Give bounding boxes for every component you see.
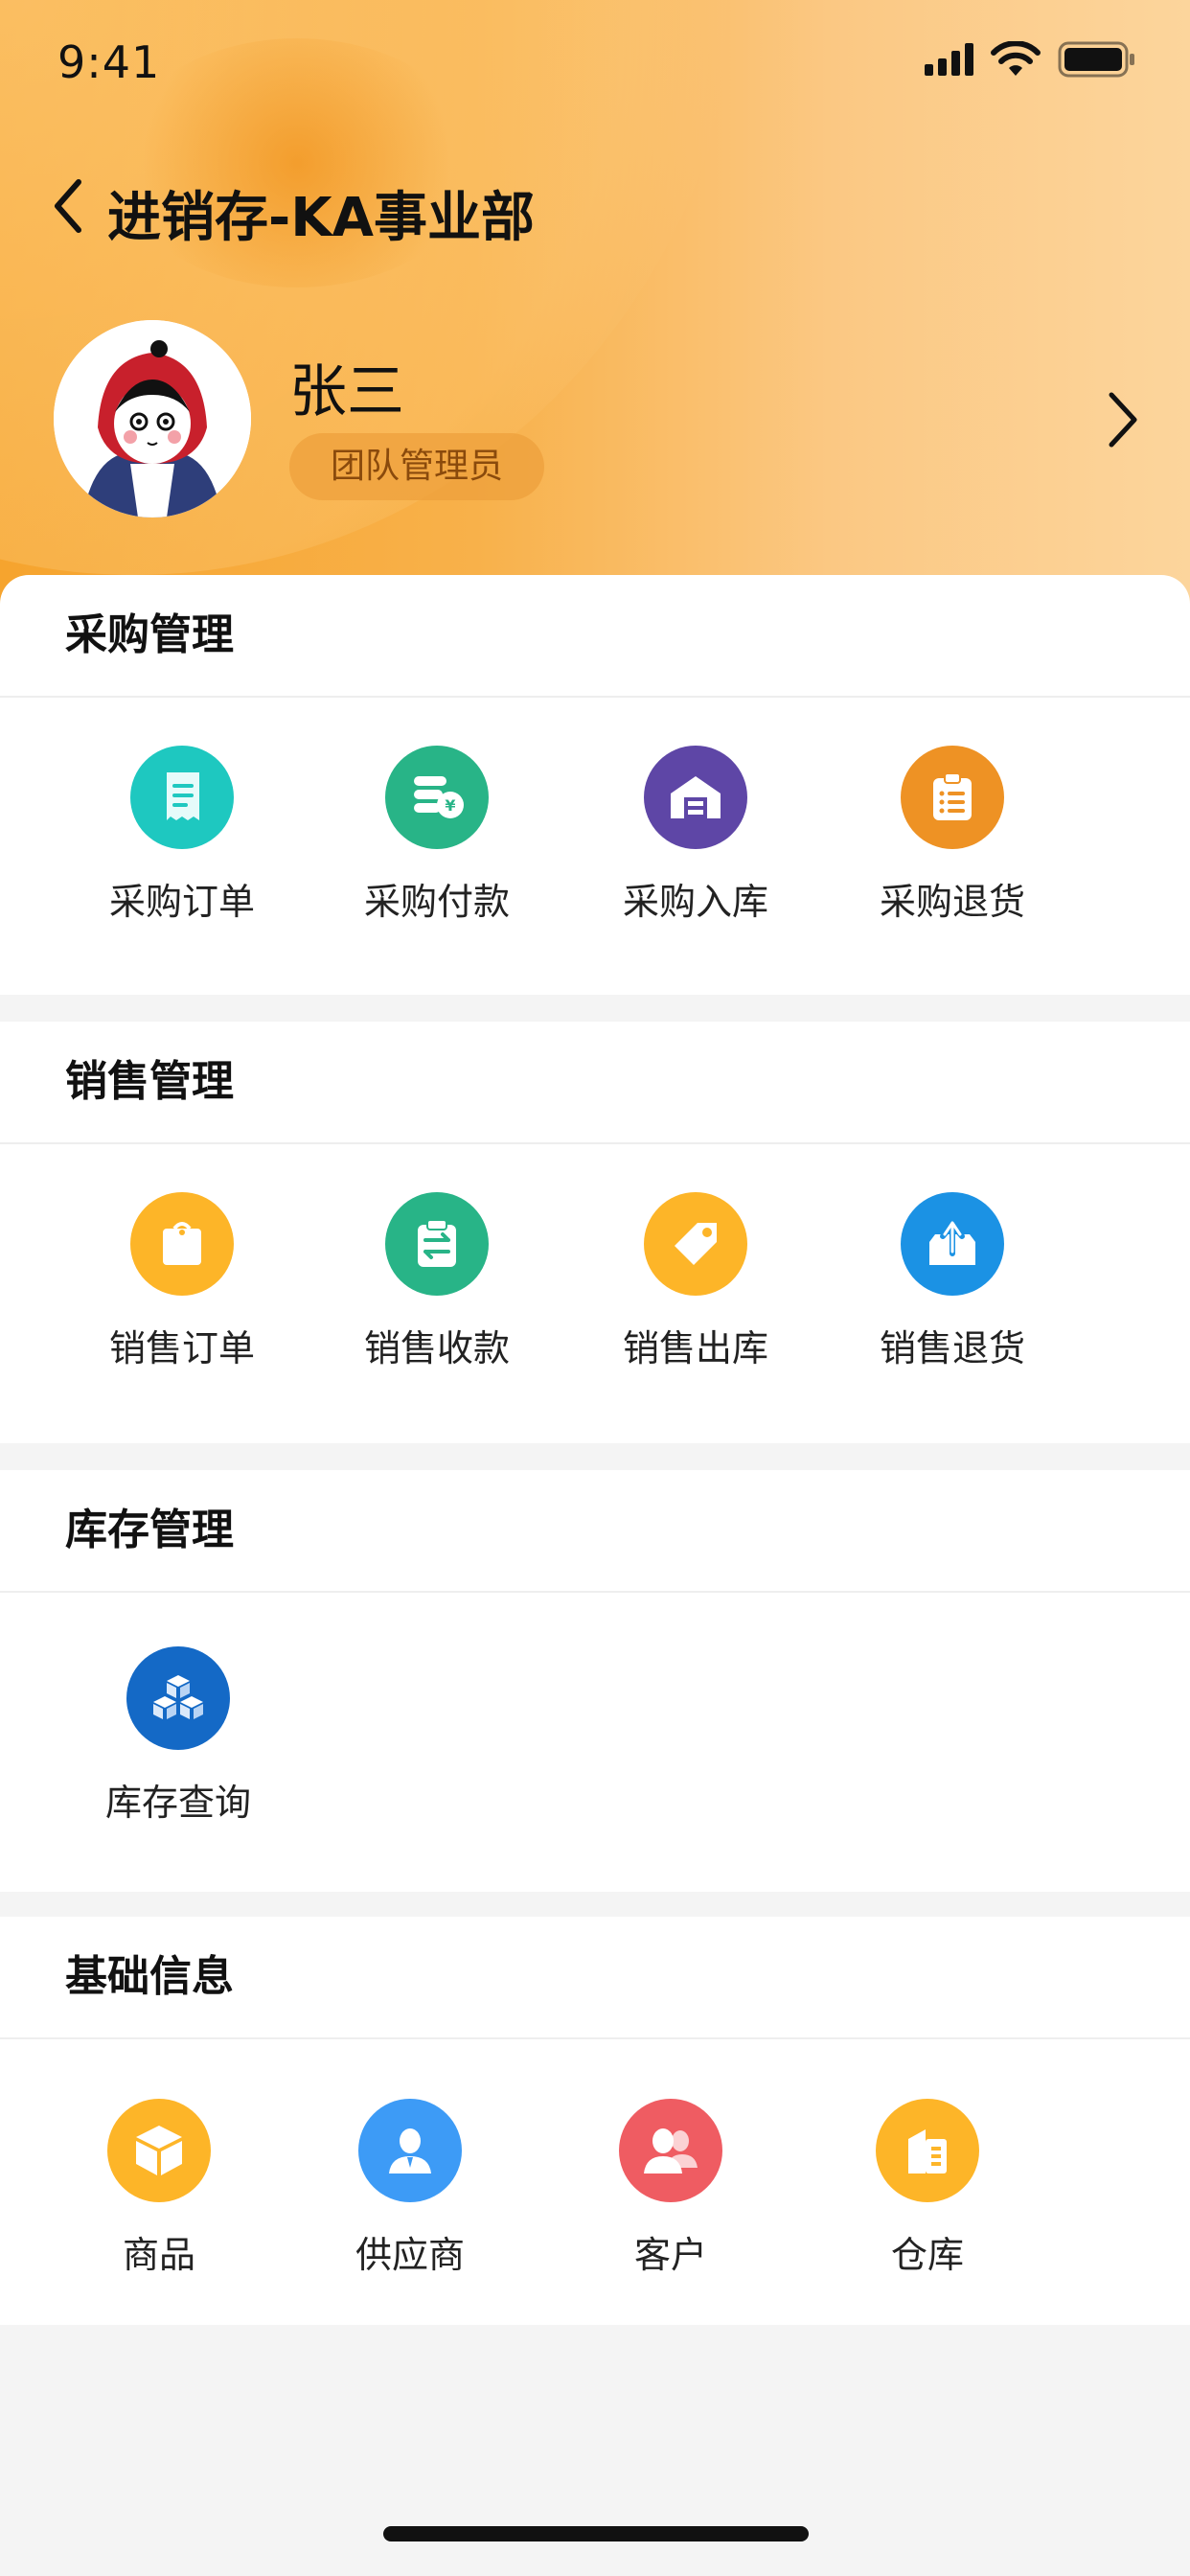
transfer-icon: [385, 1192, 489, 1296]
menu-item-label: 仓库: [890, 2234, 964, 2276]
menu-item-sales-collection[interactable]: 销售收款: [341, 1192, 533, 1371]
menu-item-label: 销售退货: [879, 1327, 1025, 1369]
package-icon: [107, 2099, 211, 2202]
menu-item-label: 供应商: [355, 2234, 465, 2276]
role-badge: 团队管理员: [289, 433, 544, 500]
menu-item-sales-order[interactable]: 销售订单: [86, 1192, 278, 1371]
menu-item-customer[interactable]: 客户: [575, 2099, 767, 2278]
menu-item-purchase-inbound[interactable]: 采购入库: [600, 746, 791, 925]
section-inventory: 库存管理 库存查询: [0, 1470, 1190, 1892]
menu-item-label: 客户: [633, 2234, 707, 2276]
menu-item-sales-outbound[interactable]: 销售出库: [600, 1192, 791, 1371]
box-upload-icon: [901, 1192, 1004, 1296]
battery-icon: [1058, 41, 1134, 78]
section-title: 销售管理: [0, 1022, 1190, 1144]
status-time: 9:41: [57, 36, 161, 88]
cubes-icon: [126, 1646, 230, 1750]
tag-icon: [644, 1192, 747, 1296]
clipboard-list-icon: [901, 746, 1004, 849]
menu-item-label: 销售出库: [622, 1327, 768, 1369]
chevron-right-icon[interactable]: [1104, 389, 1142, 450]
menu-item-label: 采购订单: [108, 881, 255, 923]
avatar[interactable]: [54, 320, 251, 518]
back-arrow-icon[interactable]: [46, 172, 88, 240]
section-title: 采购管理: [0, 575, 1190, 698]
coins-yen-icon: ¥: [385, 746, 489, 849]
profile-header: [0, 0, 1190, 613]
home-indicator[interactable]: [383, 2526, 809, 2542]
menu-item-label: 销售收款: [363, 1327, 510, 1369]
warehouse-icon: [644, 746, 747, 849]
page-title: 进销存-KA事业部: [107, 187, 535, 249]
section-title: 库存管理: [0, 1470, 1190, 1593]
menu-item-label: 采购付款: [363, 881, 510, 923]
bag-icon: [130, 1192, 234, 1296]
menu-item-warehouse[interactable]: 仓库: [832, 2099, 1023, 2278]
menu-item-sales-return[interactable]: 销售退货: [857, 1192, 1048, 1371]
menu-item-label: 销售订单: [108, 1327, 255, 1369]
section-title: 基础信息: [0, 1917, 1190, 2039]
avatar-illustration: [54, 320, 251, 518]
menu-item-product[interactable]: 商品: [63, 2099, 255, 2278]
person-icon: [358, 2099, 462, 2202]
menu-item-label: 库存查询: [104, 1782, 251, 1824]
cellular-signal-icon: [925, 43, 973, 76]
menu-item-label: 采购入库: [622, 881, 768, 923]
svg-text:¥: ¥: [445, 796, 455, 815]
building-icon: [876, 2099, 979, 2202]
menu-item-purchase-return[interactable]: 采购退货: [857, 746, 1048, 925]
menu-item-label: 商品: [122, 2234, 195, 2276]
receipt-icon: [130, 746, 234, 849]
wifi-icon: [991, 41, 1041, 76]
menu-item-label: 采购退货: [879, 881, 1025, 923]
menu-item-purchase-payment[interactable]: ¥ 采购付款: [341, 746, 533, 925]
section-basic-info: 基础信息 商品 供应商 客户 仓库: [0, 1917, 1190, 2325]
menu-item-purchase-order[interactable]: 采购订单: [86, 746, 278, 925]
menu-item-inventory-query[interactable]: 库存查询: [82, 1646, 274, 1826]
status-icons: [925, 40, 1136, 79]
people-icon: [619, 2099, 722, 2202]
user-name: 张三: [289, 358, 404, 426]
section-purchase: 采购管理 采购订单 ¥ 采购付款 采购入库 采购退货: [0, 575, 1190, 995]
section-sales: 销售管理 销售订单 销售收款 销售出库 销售退货: [0, 1022, 1190, 1443]
menu-item-supplier[interactable]: 供应商: [314, 2099, 506, 2278]
